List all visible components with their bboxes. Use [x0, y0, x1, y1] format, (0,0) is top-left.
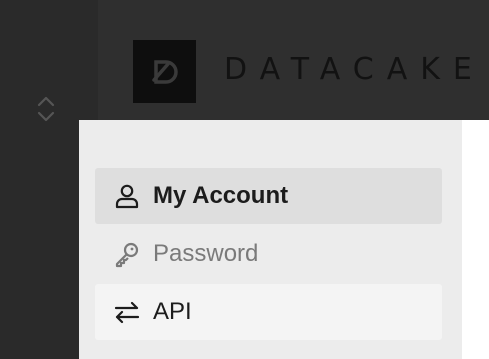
workspace-switcher[interactable] [35, 92, 57, 126]
menu-item-label: My Account [153, 182, 289, 209]
menu-item-label: Password [153, 240, 259, 267]
brand-name: DATACAKE [224, 52, 485, 87]
menu-item-my-account[interactable]: My Account [95, 168, 442, 224]
arrows-exchange-icon [113, 298, 141, 326]
user-icon [113, 182, 141, 210]
key-icon [113, 240, 141, 268]
content-area [462, 120, 489, 359]
brand-logo[interactable] [133, 40, 196, 103]
chevron-up-down-icon [37, 96, 55, 122]
datacake-logo-icon [151, 59, 178, 84]
menu-item-label: API [153, 298, 192, 325]
menu-item-api[interactable]: API [95, 284, 442, 340]
menu-item-password[interactable]: Password [95, 226, 442, 282]
